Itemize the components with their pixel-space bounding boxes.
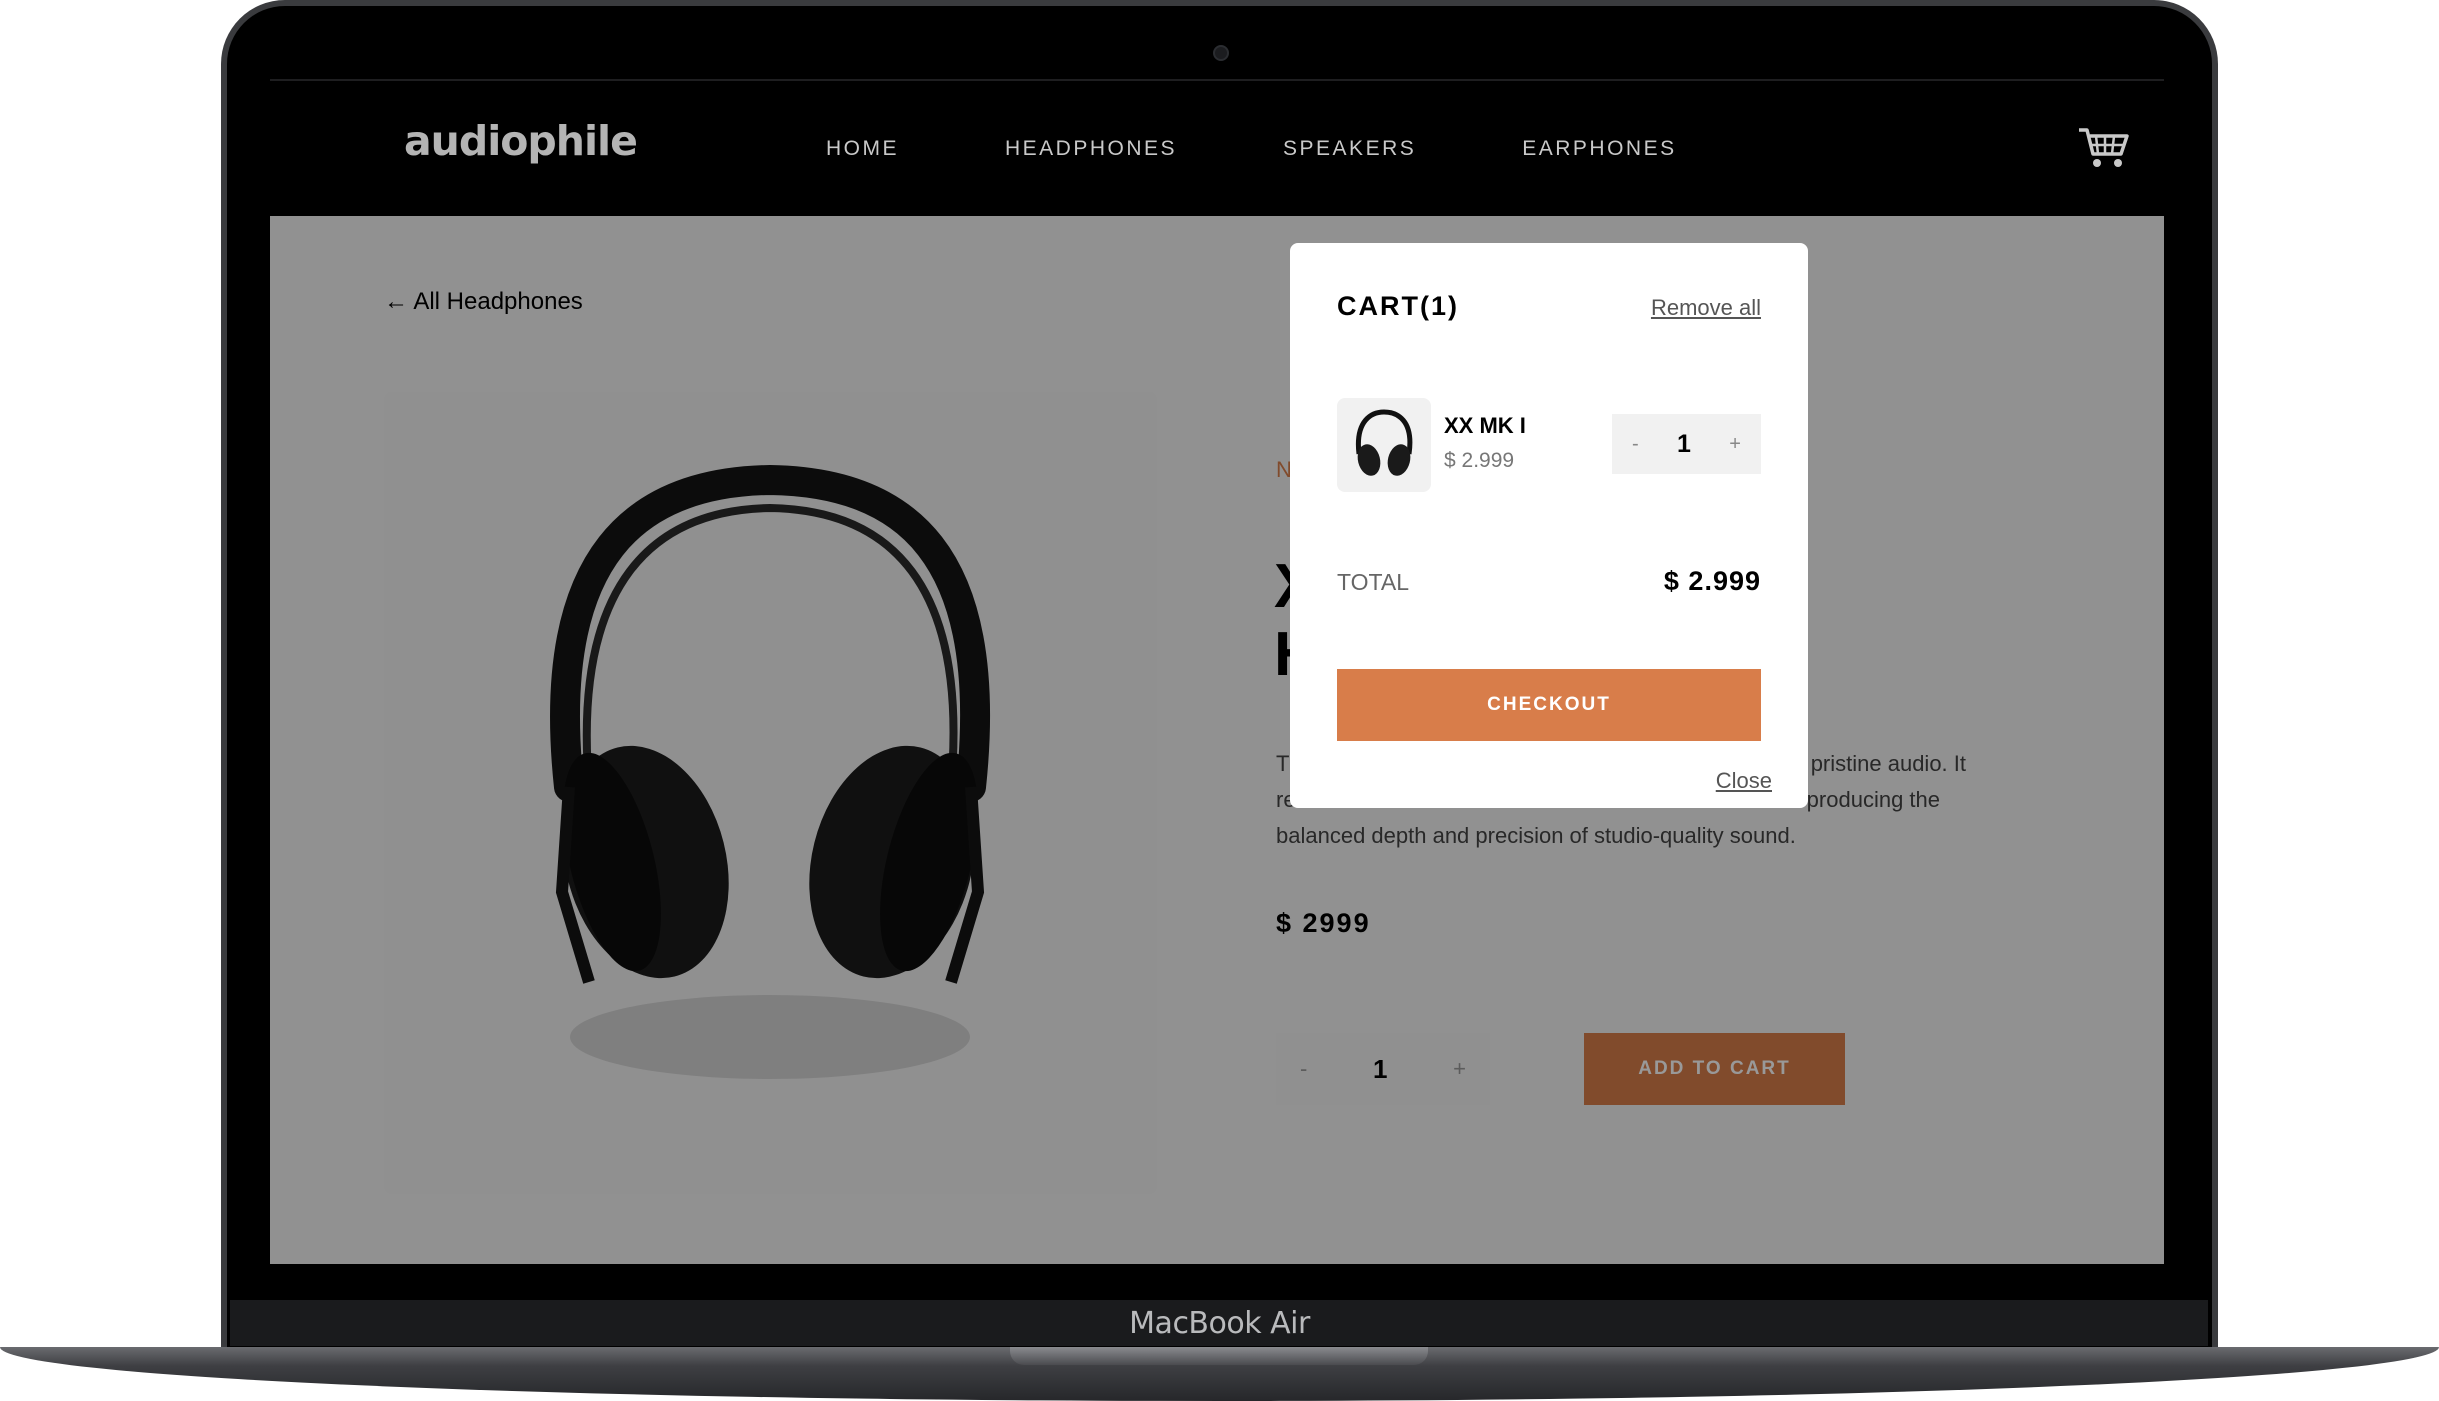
checkout-button[interactable]: CHECKOUT — [1337, 669, 1761, 741]
cart-increment-button[interactable]: + — [1729, 433, 1741, 456]
cart-item-price: $ 2.999 — [1444, 449, 1515, 472]
camera-icon — [1213, 45, 1229, 61]
cart-item-thumbnail — [1337, 398, 1431, 492]
device-label: MacBook Air — [1129, 1306, 1310, 1341]
logo[interactable]: audiophile — [404, 117, 638, 165]
screen: audiophile HOME HEADPHONES SPEAKERS EARP… — [270, 82, 2164, 1264]
nav-link-headphones[interactable]: HEADPHONES — [1005, 137, 1177, 161]
laptop-hinge-notch — [1010, 1347, 1428, 1365]
cart-item-name: XX MK I — [1444, 413, 1526, 438]
modal-backdrop[interactable] — [270, 216, 2164, 1264]
cart-icon[interactable] — [2077, 124, 2129, 170]
cart-title: CART(1) — [1337, 291, 1459, 321]
cart-item-quantity-stepper: - 1 + — [1612, 414, 1761, 474]
cart-modal: CART(1) Remove all XX MK I $ 2.999 - 1 +… — [1290, 243, 1808, 808]
top-navigation: audiophile HOME HEADPHONES SPEAKERS EARP… — [270, 82, 2164, 216]
total-label: TOTAL — [1337, 569, 1409, 595]
total-value: $ 2.999 — [1663, 566, 1761, 596]
nav-link-earphones[interactable]: EARPHONES — [1522, 137, 1676, 161]
headphones-thumbnail-image — [1355, 409, 1413, 476]
remove-all-link[interactable]: Remove all — [1651, 295, 1761, 321]
cart-quantity-value: 1 — [1677, 429, 1691, 458]
bezel-divider — [270, 79, 2164, 81]
nav-link-speakers[interactable]: SPEAKERS — [1283, 137, 1416, 161]
cart-decrement-button[interactable]: - — [1632, 433, 1639, 456]
close-link[interactable]: Close — [1716, 768, 1772, 794]
nav-link-home[interactable]: HOME — [826, 137, 899, 161]
nav-links: HOME HEADPHONES SPEAKERS EARPHONES — [826, 137, 1783, 161]
